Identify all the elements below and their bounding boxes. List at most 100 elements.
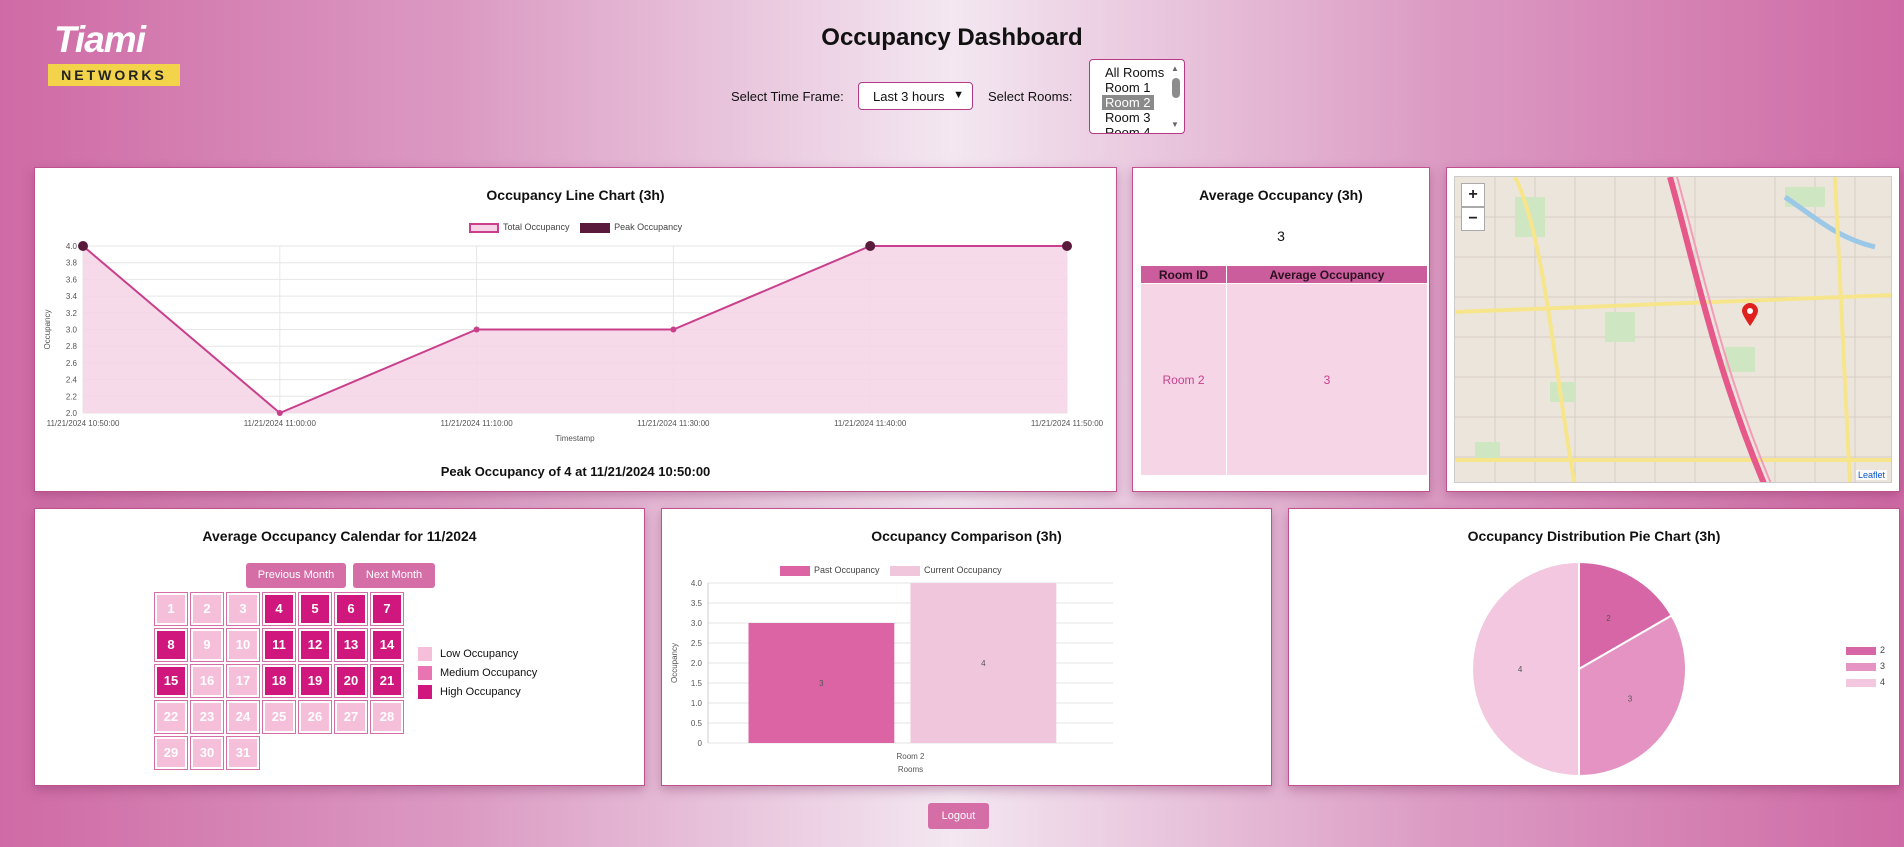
y-axis-label: Occupancy xyxy=(670,643,679,683)
calendar-day-15[interactable]: 15 xyxy=(154,664,188,698)
listbox-scrollbar[interactable]: ▲ ▼ xyxy=(1171,64,1181,129)
calendar-day-24[interactable]: 24 xyxy=(226,700,260,734)
x-axis-label: Timestamp xyxy=(555,434,595,443)
average-table: Room ID Average Occupancy Room 2 3 xyxy=(1140,265,1428,476)
pie-legend-item[interactable]: 3 xyxy=(1846,661,1885,671)
calendar-day-17[interactable]: 17 xyxy=(226,664,260,698)
total-occupancy-point[interactable] xyxy=(276,410,283,416)
room-option[interactable]: Room 4 xyxy=(1102,125,1154,133)
logout-button[interactable]: Logout xyxy=(928,803,989,829)
legend-label-low: Low Occupancy xyxy=(440,647,519,660)
total-occupancy-point[interactable] xyxy=(473,326,480,333)
calendar-day-13[interactable]: 13 xyxy=(334,628,368,662)
y-tick-label: 3.2 xyxy=(66,309,78,318)
line-chart-plot: 2.0 2.2 2.4 2.6 2.8 3.0 3.2 3.4 3.6 3.8 4.0 11/21/2… xyxy=(43,241,1104,443)
calendar-day-8[interactable]: 8 xyxy=(154,628,188,662)
pie-legend-label: 3 xyxy=(1880,661,1886,671)
x-tick-label: Room 2 xyxy=(896,752,925,761)
y-tick-label: 0 xyxy=(698,739,703,748)
pie-title: Occupancy Distribution Pie Chart (3h) xyxy=(1467,528,1721,544)
timeframe-select[interactable]: Last 3 hours ▼ xyxy=(858,82,973,110)
calendar-day-12[interactable]: 12 xyxy=(298,628,332,662)
calendar-day-14[interactable]: 14 xyxy=(370,628,404,662)
calendar-day-5[interactable]: 5 xyxy=(298,592,332,626)
room-option[interactable]: All Rooms xyxy=(1102,65,1167,80)
scrollbar-thumb[interactable] xyxy=(1172,78,1180,98)
legend-swatch-low xyxy=(418,647,432,661)
calendar-day-1[interactable]: 1 xyxy=(154,592,188,626)
calendar-day-18[interactable]: 18 xyxy=(262,664,296,698)
next-month-button[interactable]: Next Month xyxy=(353,563,435,588)
x-tick-label: 11/21/2024 11:40:00 xyxy=(834,419,907,428)
calendar-day-26[interactable]: 26 xyxy=(298,700,332,734)
map-view[interactable]: + − Leaflet xyxy=(1454,176,1892,483)
calendar-day-31[interactable]: 31 xyxy=(226,736,260,770)
room-option[interactable]: Room 3 xyxy=(1102,110,1154,125)
calendar-day-19[interactable]: 19 xyxy=(298,664,332,698)
calendar-day-2[interactable]: 2 xyxy=(190,592,224,626)
bar-value-label: 4 xyxy=(981,659,986,668)
map-zoom-in-button[interactable]: + xyxy=(1461,183,1485,207)
rooms-label: Select Rooms: xyxy=(988,89,1073,104)
x-tick-label: 11/21/2024 11:30:00 xyxy=(637,419,710,428)
calendar-day-7[interactable]: 7 xyxy=(370,592,404,626)
page-title: Occupancy Dashboard xyxy=(821,24,1083,51)
bar-value-label: 3 xyxy=(819,679,824,688)
legend-swatch-medium xyxy=(418,666,432,680)
map-marker-icon[interactable] xyxy=(1741,303,1759,327)
total-occupancy-point[interactable] xyxy=(670,326,677,333)
peak-occupancy-point[interactable] xyxy=(78,241,88,251)
calendar-day-25[interactable]: 25 xyxy=(262,700,296,734)
calendar-day-16[interactable]: 16 xyxy=(190,664,224,698)
legend-swatch-current xyxy=(890,565,921,576)
peak-occupancy-point[interactable] xyxy=(1062,241,1072,251)
calendar-day-29[interactable]: 29 xyxy=(154,736,188,770)
pie-legend-item[interactable]: 4 xyxy=(1846,677,1885,687)
calendar-day-22[interactable]: 22 xyxy=(154,700,188,734)
y-tick-label: 2.5 xyxy=(691,639,703,648)
calendar-day-9[interactable]: 9 xyxy=(190,628,224,662)
room-option[interactable]: Room 1 xyxy=(1102,80,1154,95)
room-option-selected[interactable]: Room 2 xyxy=(1102,95,1154,110)
pie-legend-label: 4 xyxy=(1880,677,1886,687)
table-cell-average: 3 xyxy=(1226,283,1428,476)
calendar-day-23[interactable]: 23 xyxy=(190,700,224,734)
calendar-day-20[interactable]: 20 xyxy=(334,664,368,698)
pie-slice-label: 3 xyxy=(1628,694,1633,703)
table-cell-room: Room 2 xyxy=(1140,283,1227,476)
rooms-listbox[interactable]: All Rooms Room 1 Room 2 Room 3 Room 4 ▲ … xyxy=(1089,59,1185,134)
previous-month-button[interactable]: Previous Month xyxy=(246,563,346,588)
calendar-day-3[interactable]: 3 xyxy=(226,592,260,626)
scroll-down-icon[interactable]: ▼ xyxy=(1171,120,1179,129)
legend-high: High Occupancy xyxy=(418,685,521,699)
calendar-day-28[interactable]: 28 xyxy=(370,700,404,734)
table-header-room-id: Room ID xyxy=(1140,265,1227,284)
calendar-day-10[interactable]: 10 xyxy=(226,628,260,662)
average-value: 3 xyxy=(1277,228,1285,244)
average-title: Average Occupancy (3h) xyxy=(1199,187,1363,203)
pie-legend-swatch xyxy=(1846,678,1876,687)
peak-occupancy-point[interactable] xyxy=(865,241,876,251)
calendar-day-4[interactable]: 4 xyxy=(262,592,296,626)
calendar-day-11[interactable]: 11 xyxy=(262,628,296,662)
calendar-panel: Average Occupancy Calendar for 11/2024 P… xyxy=(34,508,645,786)
pie-panel: Occupancy Distribution Pie Chart (3h) 2 3… xyxy=(1288,508,1900,786)
pie-slice-4[interactable] xyxy=(1471,560,1580,778)
legend-label-high: High Occupancy xyxy=(440,685,521,698)
calendar-day-27[interactable]: 27 xyxy=(334,700,368,734)
x-tick-label: 11/21/2024 11:00:00 xyxy=(244,419,317,428)
peak-occupancy-summary: Peak Occupancy of 4 at 11/21/2024 10:50:… xyxy=(440,464,711,479)
map-zoom-out-button[interactable]: − xyxy=(1461,207,1485,231)
y-axis-label: Occupancy xyxy=(43,309,52,349)
calendar-day-6[interactable]: 6 xyxy=(334,592,368,626)
y-tick-label: 4.0 xyxy=(691,579,703,588)
calendar-day-30[interactable]: 30 xyxy=(190,736,224,770)
y-tick-label: 1.0 xyxy=(691,699,703,708)
map-attribution-link[interactable]: Leaflet xyxy=(1855,470,1887,480)
pie-legend-item[interactable]: 2 xyxy=(1846,645,1885,655)
y-tick-label: 4.0 xyxy=(66,242,78,251)
y-tick-label: 2.2 xyxy=(66,392,78,401)
pie-slice-label: 2 xyxy=(1606,614,1611,623)
calendar-day-21[interactable]: 21 xyxy=(370,664,404,698)
scroll-up-icon[interactable]: ▲ xyxy=(1171,64,1179,73)
